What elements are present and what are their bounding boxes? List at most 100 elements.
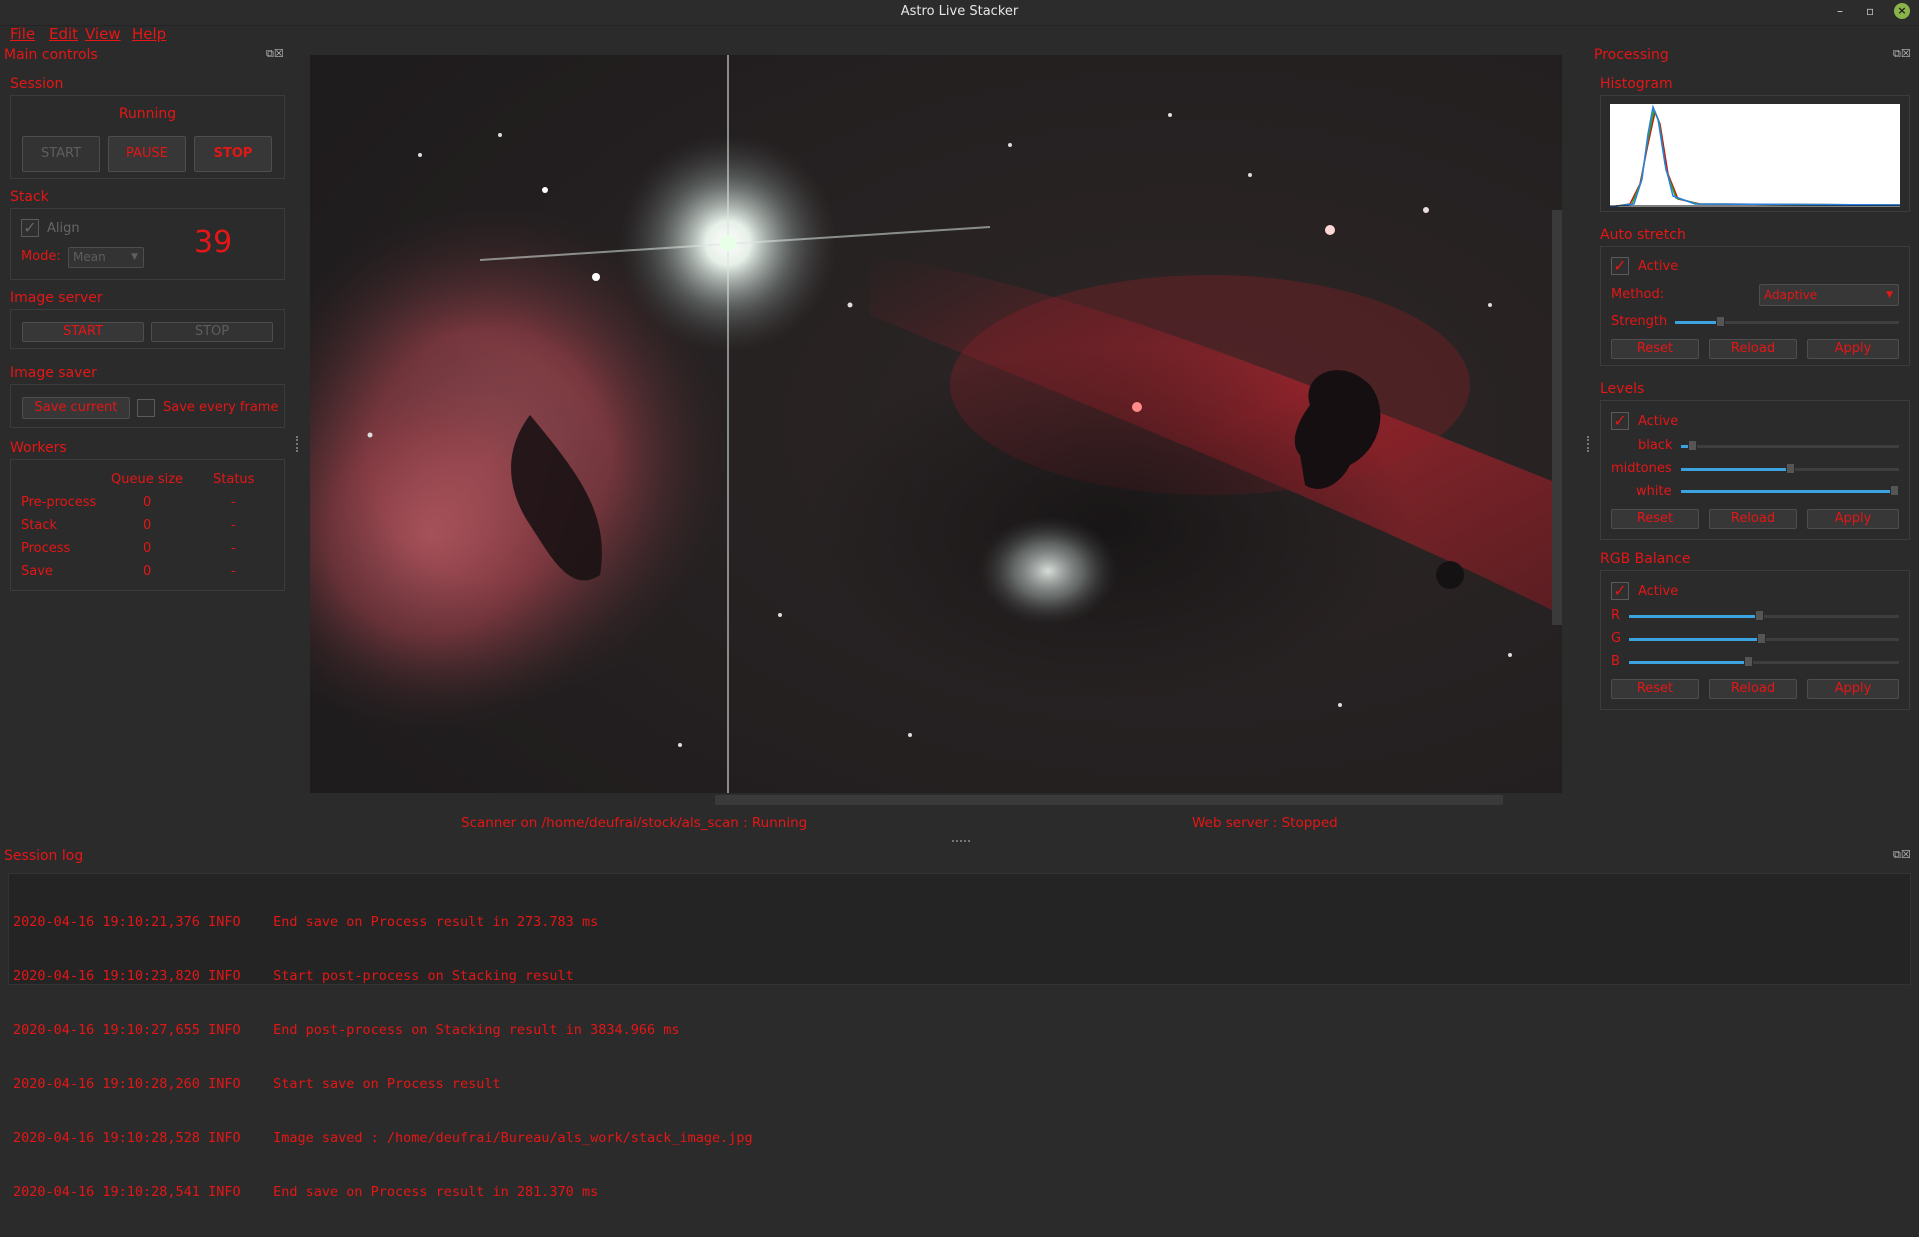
rgb-b-slider[interactable] (1629, 656, 1899, 667)
levels-white-label: white (1636, 484, 1672, 499)
levels-reload-button[interactable]: Reload (1709, 509, 1797, 529)
float-icon[interactable]: ⧉ (1893, 848, 1901, 861)
log-line: 2020-04-16 19:10:28,260 INFO Start save … (13, 1076, 501, 1092)
rgb-r-handle[interactable] (1754, 610, 1764, 621)
autostretch-group: ✓ Active Method: Adaptive ▼ Strength Res… (1600, 246, 1910, 366)
rgb-b-handle[interactable] (1743, 656, 1753, 667)
rgb-active-checkbox[interactable]: ✓ (1611, 582, 1629, 600)
worker-row-status: - (231, 518, 236, 533)
rgb-b-label: B (1611, 654, 1620, 669)
rgb-r-slider[interactable] (1629, 610, 1899, 621)
autostretch-apply-button[interactable]: Apply (1807, 339, 1899, 359)
levels-midtones-handle[interactable] (1786, 463, 1795, 474)
session-log-dock-buttons: ⧉☒ (1893, 848, 1911, 862)
levels-apply-button[interactable]: Apply (1807, 509, 1899, 529)
float-icon[interactable]: ⧉ (1893, 47, 1901, 60)
autostretch-active-checkbox[interactable]: ✓ (1611, 257, 1629, 275)
histogram-chart (1609, 104, 1901, 208)
autostretch-method-select[interactable]: Adaptive ▼ (1759, 284, 1899, 306)
left-splitter-handle[interactable] (296, 436, 300, 452)
worker-row-queue: 0 (143, 541, 152, 556)
histogram-group-label: Histogram (1600, 76, 1673, 92)
image-server-start-button[interactable]: START (22, 322, 144, 342)
workers-group: Queue size Status Pre-process 0 - Stack … (10, 459, 285, 591)
autostretch-group-label: Auto stretch (1600, 227, 1686, 243)
session-start-button[interactable]: START (22, 136, 100, 172)
mode-select[interactable]: Mean ▼ (68, 247, 144, 268)
stack-group-label: Stack (10, 189, 49, 205)
worker-row-status: - (231, 541, 236, 556)
rgb-group-label: RGB Balance (1600, 551, 1691, 567)
autostretch-reset-button[interactable]: Reset (1611, 339, 1699, 359)
menu-help[interactable]: Help (132, 25, 166, 43)
rgb-active-label: Active (1638, 584, 1679, 599)
worker-row-name: Stack (21, 518, 57, 533)
menu-view[interactable]: View (85, 25, 121, 43)
window-title: Astro Live Stacker (900, 4, 1019, 19)
levels-midtones-label: midtones (1611, 461, 1672, 476)
session-log-title: Session log (4, 848, 84, 864)
bottom-splitter-handle[interactable] (952, 840, 970, 844)
right-splitter-handle[interactable] (1587, 436, 1591, 452)
align-checkbox[interactable]: ✓ (21, 219, 39, 237)
image-saver-group-label: Image saver (10, 365, 97, 381)
autostretch-reload-button[interactable]: Reload (1709, 339, 1797, 359)
stack-group: ✓ Align Mode: Mean ▼ 39 (10, 208, 285, 280)
worker-row-status: - (231, 495, 236, 510)
image-saver-group: Save current Save every frame (10, 384, 285, 428)
session-log-lines: 2020-04-16 19:10:21,376 INFO End save on… (13, 877, 753, 1237)
levels-active-checkbox[interactable]: ✓ (1611, 412, 1629, 430)
rgb-g-handle[interactable] (1757, 633, 1767, 644)
save-current-button[interactable]: Save current (22, 397, 130, 419)
processing-dock-buttons: ⧉☒ (1893, 47, 1911, 61)
image-server-group-label: Image server (10, 290, 103, 306)
minimize-icon[interactable]: – (1837, 4, 1843, 18)
nebula-image (310, 55, 1562, 793)
levels-midtones-slider[interactable] (1681, 463, 1899, 474)
rgb-reload-button[interactable]: Reload (1709, 679, 1797, 699)
restore-icon[interactable]: ▫ (1866, 4, 1874, 18)
image-server-group: START STOP (10, 309, 285, 349)
session-log-panel[interactable]: 2020-04-16 19:10:21,376 INFO End save on… (8, 873, 1911, 1200)
levels-white-fill (1681, 490, 1899, 493)
levels-reset-button[interactable]: Reset (1611, 509, 1699, 529)
image-vertical-scrollbar[interactable] (1552, 210, 1562, 625)
autostretch-strength-label: Strength (1611, 314, 1668, 329)
float-icon[interactable]: ⧉ (266, 47, 274, 60)
rgb-group: ✓ Active R G B Reset Reload Apply (1600, 570, 1910, 710)
stacked-image-view[interactable] (310, 55, 1562, 793)
histogram-green (1609, 107, 1901, 208)
menu-file[interactable]: File (10, 25, 35, 43)
autostretch-method-value: Adaptive (1764, 288, 1818, 302)
worker-row-name: Save (21, 564, 53, 579)
levels-black-slider[interactable] (1681, 440, 1899, 451)
mode-label: Mode: (21, 249, 61, 264)
levels-group: ✓ Active black midtones white Reset Relo… (1600, 400, 1910, 540)
close-dock-icon[interactable]: ☒ (1901, 848, 1911, 861)
levels-active-label: Active (1638, 414, 1679, 429)
image-horizontal-scrollbar[interactable] (715, 795, 1503, 805)
close-dock-icon[interactable]: ☒ (274, 47, 284, 60)
levels-black-handle[interactable] (1687, 440, 1697, 451)
webserver-status: Web server : Stopped (1192, 815, 1338, 831)
session-stop-button[interactable]: STOP (194, 136, 272, 172)
align-label: Align (47, 221, 80, 236)
main-controls-dock-buttons: ⧉☒ (266, 47, 284, 61)
session-group-label: Session (10, 76, 64, 92)
autostretch-strength-handle[interactable] (1715, 316, 1725, 327)
autostretch-strength-slider[interactable] (1675, 316, 1899, 327)
rgb-reset-button[interactable]: Reset (1611, 679, 1699, 699)
rgb-apply-button[interactable]: Apply (1807, 679, 1899, 699)
menu-edit[interactable]: Edit (49, 25, 78, 43)
levels-white-slider[interactable] (1681, 485, 1899, 496)
image-server-stop-button[interactable]: STOP (151, 322, 273, 342)
rgb-g-slider[interactable] (1629, 633, 1899, 644)
chevron-down-icon: ▼ (1886, 290, 1893, 300)
save-every-frame-checkbox[interactable] (137, 399, 155, 417)
stack-count: 39 (194, 225, 233, 260)
levels-white-handle[interactable] (1890, 485, 1899, 496)
close-dock-icon[interactable]: ☒ (1901, 47, 1911, 60)
chevron-down-icon: ▼ (131, 252, 138, 262)
close-icon[interactable]: × (1894, 3, 1910, 19)
session-pause-button[interactable]: PAUSE (108, 136, 186, 172)
